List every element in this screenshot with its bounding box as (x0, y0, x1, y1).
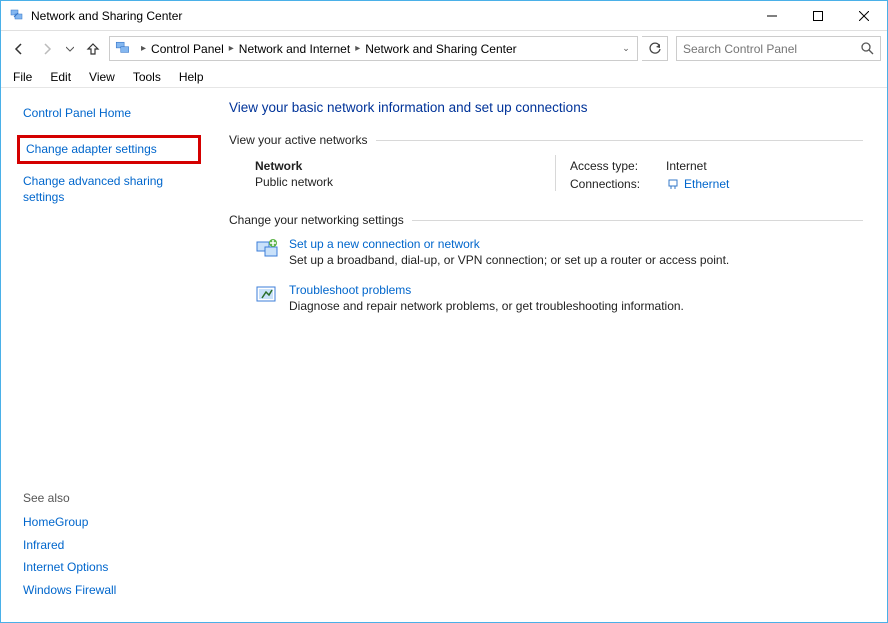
main-panel: View your basic network information and … (205, 88, 887, 622)
address-dropdown-icon[interactable]: ⌄ (617, 43, 635, 54)
group-active-networks-label: View your active networks (229, 133, 368, 147)
troubleshoot-icon (255, 283, 279, 307)
title-bar: Network and Sharing Center (1, 1, 887, 31)
breadcrumb: ▸ Control Panel ▸ Network and Internet ▸… (136, 42, 517, 56)
setup-connection-desc: Set up a broadband, dial-up, or VPN conn… (289, 253, 729, 267)
menu-view[interactable]: View (81, 68, 123, 86)
content-area: Control Panel Home Change adapter settin… (1, 88, 887, 622)
setup-connection-link[interactable]: Set up a new connection or network (289, 237, 729, 251)
address-bar[interactable]: ▸ Control Panel ▸ Network and Internet ▸… (109, 36, 638, 61)
see-also-infrared[interactable]: Infrared (23, 534, 195, 557)
option-setup-connection: Set up a new connection or network Set u… (255, 237, 863, 267)
network-name: Network (255, 159, 555, 173)
divider (412, 220, 863, 221)
access-type-value: Internet (666, 159, 729, 173)
sidebar: Control Panel Home Change adapter settin… (1, 88, 205, 622)
search-input[interactable] (683, 42, 861, 56)
option-troubleshoot: Troubleshoot problems Diagnose and repai… (255, 283, 863, 313)
network-row: Network Public network Access type: Inte… (255, 159, 863, 191)
menu-bar: File Edit View Tools Help (1, 66, 887, 88)
divider (376, 140, 863, 141)
nav-row: ▸ Control Panel ▸ Network and Internet ▸… (1, 31, 887, 66)
see-also-windows-firewall[interactable]: Windows Firewall (23, 579, 195, 602)
see-also-homegroup[interactable]: HomeGroup (23, 511, 195, 534)
see-also-label: See also (23, 491, 195, 505)
connections-label: Connections: (570, 177, 660, 191)
window-buttons (749, 1, 887, 30)
search-box[interactable] (676, 36, 881, 61)
app-icon (9, 8, 25, 24)
group-change-settings: Change your networking settings (229, 213, 863, 227)
window-title: Network and Sharing Center (31, 9, 749, 23)
menu-help[interactable]: Help (171, 68, 212, 86)
up-button[interactable] (81, 37, 105, 61)
page-title: View your basic network information and … (229, 100, 863, 115)
close-button[interactable] (841, 1, 887, 30)
sidebar-change-advanced-sharing[interactable]: Change advanced sharing settings (23, 170, 195, 210)
location-icon (114, 40, 132, 58)
ethernet-icon (666, 177, 680, 191)
recent-dropdown[interactable] (63, 37, 77, 61)
sidebar-see-also: See also HomeGroup Infrared Internet Opt… (23, 491, 195, 612)
troubleshoot-link[interactable]: Troubleshoot problems (289, 283, 684, 297)
access-type-label: Access type: (570, 159, 660, 173)
vertical-divider (555, 155, 556, 191)
see-also-internet-options[interactable]: Internet Options (23, 556, 195, 579)
sidebar-change-adapter-settings[interactable]: Change adapter settings (26, 142, 157, 156)
menu-tools[interactable]: Tools (125, 68, 169, 86)
network-type: Public network (255, 175, 555, 189)
back-button[interactable] (7, 37, 31, 61)
chevron-right-icon[interactable]: ▸ (229, 43, 234, 54)
maximize-button[interactable] (795, 1, 841, 30)
highlight-box: Change adapter settings (17, 135, 201, 164)
menu-file[interactable]: File (5, 68, 40, 86)
menu-edit[interactable]: Edit (42, 68, 79, 86)
search-icon[interactable] (861, 42, 874, 55)
chevron-right-icon[interactable]: ▸ (141, 43, 146, 54)
troubleshoot-desc: Diagnose and repair network problems, or… (289, 299, 684, 313)
forward-button[interactable] (35, 37, 59, 61)
sidebar-control-panel-home[interactable]: Control Panel Home (23, 102, 195, 125)
breadcrumb-item[interactable]: Network and Sharing Center (365, 42, 516, 56)
chevron-right-icon[interactable]: ▸ (355, 43, 360, 54)
refresh-button[interactable] (642, 36, 668, 61)
connection-link[interactable]: Ethernet (684, 177, 729, 191)
setup-connection-icon (255, 237, 279, 261)
group-change-settings-label: Change your networking settings (229, 213, 404, 227)
breadcrumb-item[interactable]: Control Panel (151, 42, 224, 56)
minimize-button[interactable] (749, 1, 795, 30)
breadcrumb-item[interactable]: Network and Internet (239, 42, 350, 56)
group-active-networks: View your active networks (229, 133, 863, 147)
